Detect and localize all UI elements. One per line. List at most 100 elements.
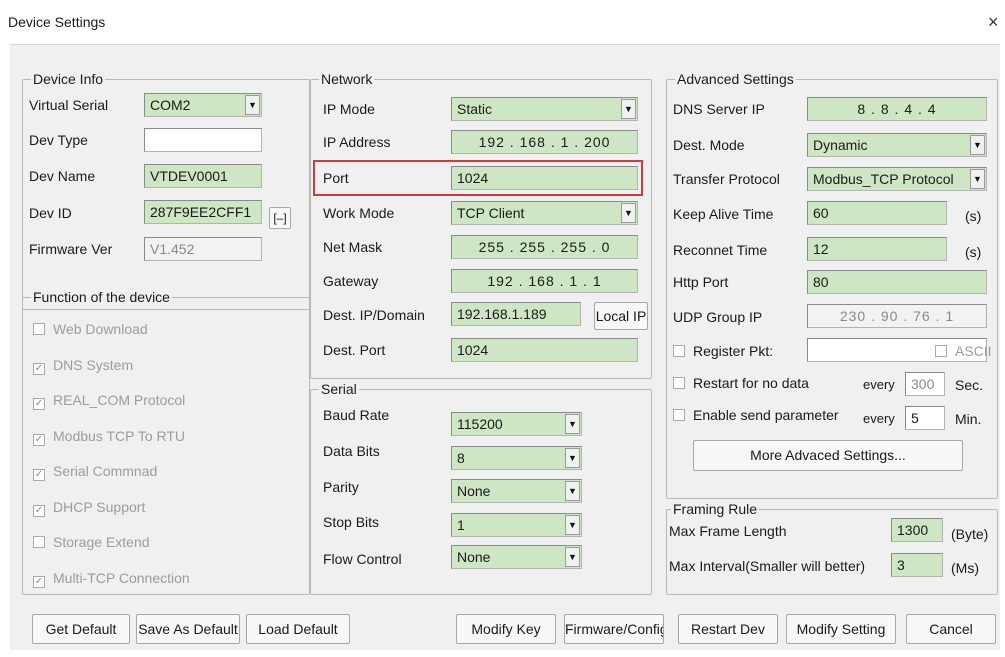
net-mask-label: Net Mask — [323, 239, 383, 255]
checked-box-icon[interactable]: ✓ — [33, 575, 45, 588]
checkbox-icon[interactable] — [673, 409, 685, 421]
function-label: Multi-TCP Connection — [53, 569, 190, 586]
dest-mode-label: Dest. Mode — [673, 137, 745, 153]
reconnect-field[interactable]: 12 — [807, 237, 947, 261]
dest-mode-select[interactable]: Dynamic ▼ — [807, 133, 987, 157]
modify-key-button[interactable]: Modify Key — [456, 614, 556, 644]
dest-ip-field[interactable]: 192.168.1.189 — [451, 302, 581, 326]
enable-send-parameter-checkbox[interactable]: Enable send parameter — [673, 406, 839, 424]
advanced-settings-group: Advanced Settings DNS Server IP 8 . 8 . … — [666, 71, 998, 499]
send-unit: Min. — [955, 411, 982, 427]
restart-every-label: every — [863, 377, 895, 392]
save-as-default-button[interactable]: Save As Default — [136, 614, 240, 644]
dev-type-field[interactable] — [144, 128, 262, 152]
data-bits-label: Data Bits — [323, 443, 380, 459]
keep-alive-unit: (s) — [965, 208, 982, 224]
dns-server-label: DNS Server IP — [673, 101, 765, 117]
transfer-protocol-select[interactable]: Modbus_TCP Protocol ▼ — [807, 167, 987, 191]
firmware-label: Firmware Ver — [29, 241, 113, 257]
local-ip-button[interactable]: Local IP — [594, 302, 648, 330]
data-bits-select[interactable]: 8 ▼ — [451, 446, 582, 470]
register-pkt-checkbox[interactable]: Register Pkt: — [673, 342, 773, 360]
checkbox-icon[interactable] — [33, 536, 45, 548]
dns-server-field[interactable]: 8 . 8 . 4 . 4 — [807, 97, 987, 121]
function-checkbox[interactable]: ✓ Multi-TCP Connection — [33, 569, 190, 588]
chevron-down-icon[interactable]: ▼ — [970, 135, 985, 155]
baud-rate-select[interactable]: 115200 ▼ — [451, 412, 582, 436]
ascii-checkbox[interactable]: ASCII — [935, 342, 992, 360]
firmware-config-button[interactable]: Firmware/Config — [564, 614, 664, 644]
function-checkbox[interactable]: Storage Extend — [33, 533, 150, 551]
dest-port-field[interactable]: 1024 — [451, 338, 638, 362]
restart-no-data-checkbox[interactable]: Restart for no data — [673, 374, 809, 392]
udp-group-label: UDP Group IP — [673, 309, 763, 325]
http-port-label: Http Port — [673, 274, 729, 290]
chevron-down-icon[interactable]: ▼ — [970, 169, 985, 189]
chevron-down-icon[interactable]: ▼ — [245, 95, 260, 115]
dev-id-label: Dev ID — [29, 205, 72, 221]
device-info-legend: Device Info — [31, 71, 106, 87]
function-label: Modbus TCP To RTU — [53, 427, 186, 444]
get-default-button[interactable]: Get Default — [32, 614, 130, 644]
serial-group: Serial Baud Rate 115200 ▼ Data Bits 8 ▼ Pa… — [310, 381, 652, 595]
load-default-button[interactable]: Load Default — [246, 614, 350, 644]
baud-rate-label: Baud Rate — [323, 407, 390, 423]
cancel-button[interactable]: Cancel — [906, 614, 996, 644]
parity-select[interactable]: None ▼ — [451, 479, 582, 503]
close-icon[interactable]: × — [988, 12, 999, 33]
chevron-down-icon[interactable]: ▼ — [621, 203, 636, 223]
chevron-down-icon[interactable]: ▼ — [565, 515, 580, 535]
function-checkbox[interactable]: Web Download — [33, 320, 148, 338]
checkbox-icon[interactable] — [935, 345, 947, 357]
advanced-settings-legend: Advanced Settings — [675, 71, 796, 87]
checkbox-icon[interactable] — [673, 345, 685, 357]
virtual-serial-select[interactable]: COM2 ▼ — [144, 93, 262, 117]
ip-mode-select[interactable]: Static ▼ — [451, 97, 638, 121]
chevron-down-icon[interactable]: ▼ — [565, 481, 580, 501]
chevron-down-icon[interactable]: ▼ — [565, 448, 580, 468]
restart-seconds-field[interactable]: 300 — [905, 372, 945, 396]
checked-box-icon[interactable]: ✓ — [33, 504, 45, 517]
work-mode-select[interactable]: TCP Client ▼ — [451, 201, 638, 225]
checked-box-icon[interactable]: ✓ — [33, 362, 45, 375]
dev-name-field[interactable]: VTDEV0001 — [144, 164, 262, 188]
functions-legend: Function of the device — [31, 289, 172, 305]
function-checkbox[interactable]: ✓ Modbus TCP To RTU — [33, 427, 185, 446]
checked-box-icon[interactable]: ✓ — [33, 433, 45, 446]
dest-port-label: Dest. Port — [323, 342, 386, 358]
dev-id-toggle-button[interactable]: [–] — [269, 207, 291, 229]
chevron-down-icon[interactable]: ▼ — [621, 99, 636, 119]
max-frame-length-field[interactable]: 1300 — [891, 518, 943, 542]
modify-setting-button[interactable]: Modify Setting — [786, 614, 896, 644]
ip-address-field[interactable]: 192 . 168 . 1 . 200 — [451, 130, 638, 154]
dialog-client-area: Device Info Virtual Serial COM2 ▼ Dev Typ… — [10, 44, 1000, 650]
dev-id-field[interactable]: 287F9EE2CFF1 — [144, 200, 262, 224]
chevron-down-icon[interactable]: ▼ — [565, 414, 580, 434]
chevron-down-icon[interactable]: ▼ — [565, 547, 580, 567]
max-frame-length-unit: (Byte) — [951, 526, 989, 542]
checked-box-icon[interactable]: ✓ — [33, 469, 45, 481]
http-port-field[interactable]: 80 — [807, 270, 987, 294]
work-mode-label: Work Mode — [323, 205, 395, 221]
function-checkbox[interactable]: ✓ Serial Commnad — [33, 462, 157, 481]
gateway-field[interactable]: 192 . 168 . 1 . 1 — [451, 269, 638, 293]
port-field[interactable]: 1024 — [451, 166, 638, 190]
transfer-protocol-label: Transfer Protocol — [673, 171, 780, 187]
checkbox-icon[interactable] — [33, 323, 45, 335]
function-checkbox[interactable]: ✓ DHCP Support — [33, 498, 145, 517]
ip-address-label: IP Address — [323, 134, 391, 150]
send-minutes-field[interactable]: 5 — [905, 406, 945, 430]
net-mask-field[interactable]: 255 . 255 . 255 . 0 — [451, 235, 638, 259]
function-checkbox[interactable]: ✓ REAL_COM Protocol — [33, 391, 185, 410]
checkbox-icon[interactable] — [673, 377, 685, 389]
max-interval-field[interactable]: 3 — [891, 553, 943, 577]
flow-control-select[interactable]: None ▼ — [451, 545, 582, 569]
keep-alive-field[interactable]: 60 — [807, 201, 947, 225]
parity-label: Parity — [323, 479, 359, 495]
function-checkbox[interactable]: ✓ DNS System — [33, 356, 133, 375]
stop-bits-select[interactable]: 1 ▼ — [451, 513, 582, 537]
window-title: Device Settings — [8, 14, 106, 30]
more-advanced-settings-button[interactable]: More Advaced Settings... — [693, 440, 963, 471]
checked-box-icon[interactable]: ✓ — [33, 398, 45, 410]
restart-dev-button[interactable]: Restart Dev — [678, 614, 778, 644]
